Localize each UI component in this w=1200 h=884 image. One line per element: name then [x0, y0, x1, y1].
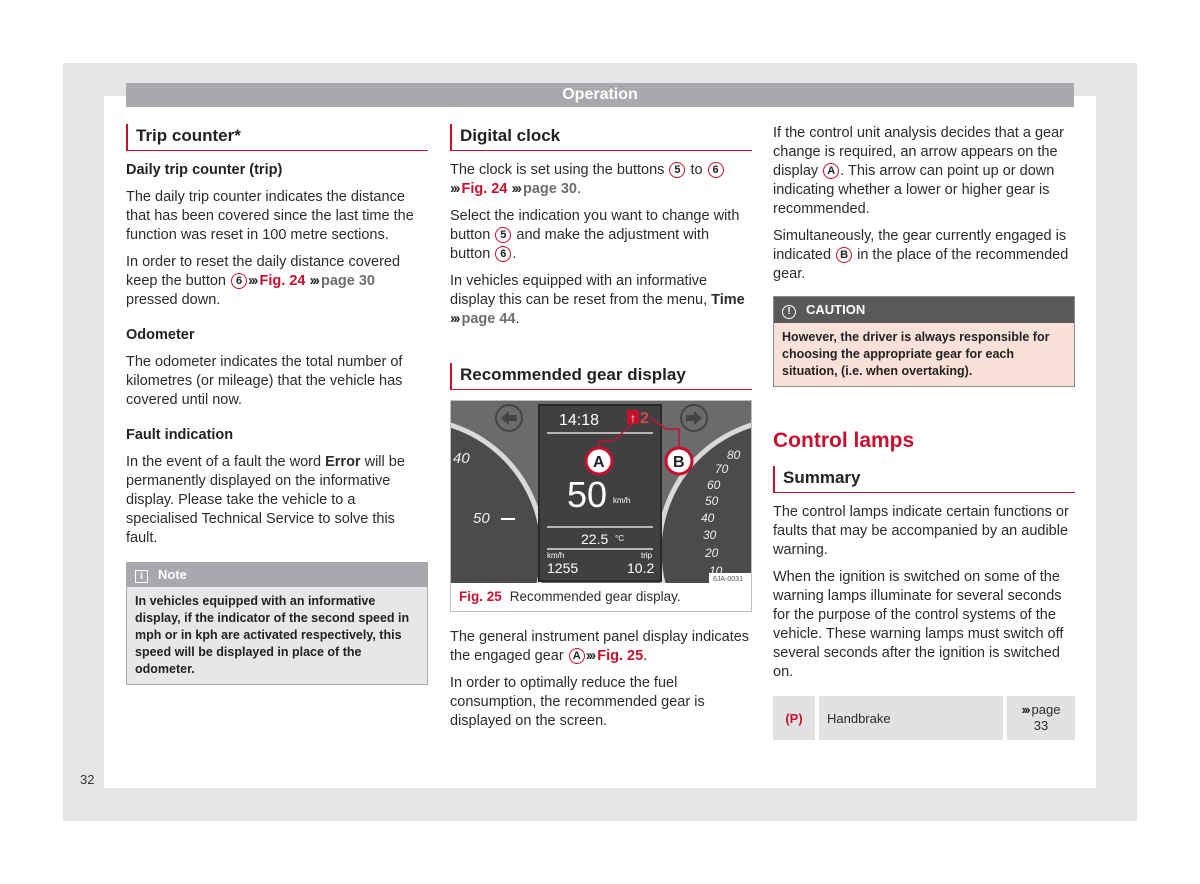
- cross-ref-icon: ›››: [309, 273, 319, 289]
- button-ref-5: 5: [669, 162, 686, 178]
- chapter-header: Operation: [126, 83, 1074, 107]
- svg-text:A: A: [593, 454, 605, 471]
- exclamation-circle-icon: !: [782, 305, 796, 319]
- cluster-illustration: 40 50 80 70 60 50 40 30 20 10 14:18 ↑ 2 …: [451, 401, 751, 583]
- paragraph: The general instrument panel display ind…: [450, 629, 750, 664]
- gauge-label: 70: [715, 462, 729, 476]
- cross-ref-icon: ›››: [1021, 702, 1031, 717]
- cross-ref-icon: ›››: [248, 273, 258, 289]
- paragraph: The odometer indicates the total number …: [126, 354, 403, 408]
- gauge-label: 30: [703, 528, 717, 542]
- cross-ref-icon: ›››: [511, 181, 521, 197]
- cross-ref-icon: ›››: [585, 648, 596, 664]
- subheading-fault: Fault indication: [126, 427, 234, 443]
- temperature-unit: °C: [615, 534, 624, 543]
- cross-ref-icon: ›››: [450, 311, 460, 327]
- speed-readout: 50: [567, 474, 607, 515]
- lamp-page-link[interactable]: ››› page 33: [1007, 696, 1075, 740]
- caution-title: CAUTION: [806, 302, 866, 317]
- info-icon: i: [135, 570, 148, 583]
- handbrake-icon: (P): [773, 696, 815, 740]
- figure-code: 6JA-0031: [713, 576, 743, 583]
- figure-link[interactable]: Fig. 25: [597, 648, 643, 664]
- instrument-cluster-image: 40 50 80 70 60 50 40 30 20 10 14:18 ↑ 2 …: [451, 401, 751, 583]
- paragraph: The daily trip counter indicates the dis…: [126, 189, 414, 243]
- gauge-label: 40: [453, 450, 470, 467]
- button-ref-5: 5: [495, 227, 512, 243]
- button-ref-6: 6: [231, 273, 248, 289]
- gauge-label: 40: [701, 511, 715, 525]
- paragraph: In order to optimally reduce the fuel co…: [450, 675, 705, 729]
- figure-caption: Fig. 25 Recommended gear display.: [459, 589, 681, 604]
- caution-box: ! CAUTION However, the driver is always r…: [773, 296, 1075, 387]
- svg-text:↑: ↑: [630, 411, 636, 425]
- paragraph: In vehicles equipped with an informative…: [450, 273, 745, 327]
- subheading-odometer: Odometer: [126, 327, 195, 343]
- button-ref-6: 6: [707, 162, 724, 178]
- callout-ref-a: A: [568, 648, 585, 664]
- section-title-control-lamps: Control lamps: [773, 429, 915, 452]
- gear-readout: 2: [640, 410, 649, 427]
- gauge-label: 20: [704, 546, 719, 560]
- figure-link[interactable]: Fig. 24: [260, 273, 306, 289]
- note-body: In vehicles equipped with an informative…: [135, 594, 410, 676]
- gauge-label: 60: [707, 478, 721, 492]
- paragraph: If the control unit analysis decides tha…: [773, 125, 1064, 217]
- paragraph: In order to reset the daily distance cov…: [126, 254, 401, 308]
- paragraph: When the ignition is switched on some of…: [773, 569, 1064, 680]
- note-box: i Note In vehicles equipped with an infor…: [126, 562, 428, 685]
- paragraph: In the event of a fault the word Error w…: [126, 454, 405, 546]
- trip-readout: 10.2: [627, 560, 654, 576]
- paragraph: The clock is set using the buttons 5 to …: [450, 161, 752, 199]
- cross-ref-icon: ›››: [450, 181, 460, 197]
- section-heading-recommended-gear: Recommended gear display: [450, 363, 752, 390]
- column-trip-counter: Trip counter* Daily trip counter (trip) …: [126, 124, 428, 685]
- callout-ref-b: B: [836, 247, 853, 263]
- temperature-readout: 22.5: [581, 531, 608, 547]
- section-heading-digital-clock: Digital clock: [450, 124, 752, 151]
- gauge-label: 80: [727, 448, 741, 462]
- note-title: Note: [158, 567, 187, 582]
- svg-text:trip: trip: [641, 551, 653, 560]
- page-link[interactable]: page 30: [321, 273, 375, 289]
- subheading-daily-trip: Daily trip counter (trip): [126, 162, 283, 178]
- svg-text:km/h: km/h: [547, 551, 564, 560]
- section-heading-trip-counter: Trip counter*: [126, 124, 428, 151]
- column-digital-clock: Digital clock The clock is set using the…: [450, 124, 752, 739]
- caution-body: However, the driver is always responsibl…: [782, 330, 1050, 378]
- button-ref-6: 6: [495, 246, 512, 262]
- speed-unit: km/h: [613, 496, 630, 505]
- callout-ref-a: A: [823, 163, 840, 179]
- lamp-table-row: (P) Handbrake ››› page 33: [773, 696, 1075, 740]
- page-link[interactable]: page 44: [462, 311, 516, 327]
- gauge-label: 50: [705, 494, 719, 508]
- column-control-lamps: If the control unit analysis decides tha…: [773, 124, 1075, 740]
- lamp-label: Handbrake: [819, 696, 1003, 740]
- odometer-readout: 1255: [547, 560, 578, 576]
- page-number: 32: [80, 772, 95, 787]
- section-heading-summary: Summary: [773, 466, 1075, 493]
- paragraph: Simultaneously, the gear currently engag…: [773, 228, 1069, 282]
- gauge-label: 50: [473, 510, 490, 527]
- clock-readout: 14:18: [559, 412, 599, 429]
- svg-text:B: B: [673, 454, 685, 471]
- page-link[interactable]: page 30: [523, 181, 577, 197]
- figure-instrument-cluster: 40 50 80 70 60 50 40 30 20 10 14:18 ↑ 2 …: [450, 400, 752, 612]
- paragraph: Select the indication you want to change…: [450, 208, 740, 262]
- paragraph: The control lamps indicate certain funct…: [773, 504, 1069, 558]
- figure-link[interactable]: Fig. 24: [462, 181, 508, 197]
